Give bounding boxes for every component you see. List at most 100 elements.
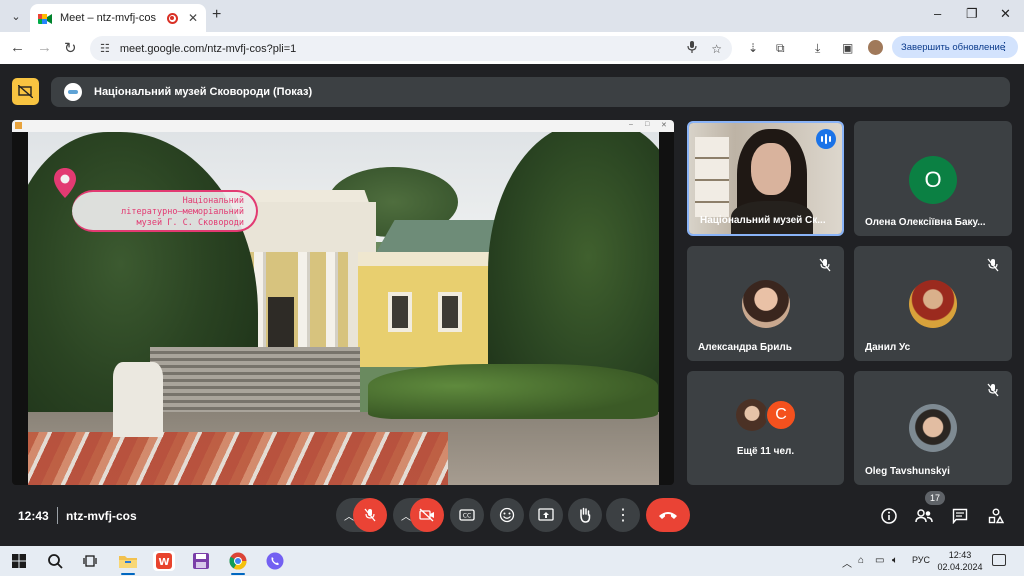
downloads-icon[interactable]: ⤓ <box>815 41 820 56</box>
participant-tile[interactable]: Національний музей Ск... <box>687 121 844 236</box>
update-button[interactable]: Завершить обновление ⋮ <box>892 36 1018 58</box>
raise-hand-button[interactable] <box>568 498 602 532</box>
forward-icon[interactable]: → <box>37 39 52 56</box>
mic-off-icon <box>819 258 831 272</box>
minimize-icon[interactable]: – <box>934 6 941 21</box>
participant-name: Александра Бриль <box>698 342 792 353</box>
network-icon[interactable]: ⌂ <box>858 555 864 566</box>
captions-button[interactable]: CC <box>450 498 484 532</box>
shared-app-icon <box>15 122 22 129</box>
camera-toggle-button[interactable] <box>410 498 444 532</box>
present-icon <box>538 508 554 521</box>
present-screen-button[interactable] <box>529 498 563 532</box>
meet-header: Національний музей Сковороди (Показ) <box>0 64 1024 118</box>
url-text[interactable]: meet.google.com/ntz-mvfj-cos?pli=1 <box>120 43 673 55</box>
activities-icon <box>988 508 1004 524</box>
museum-photo: Національний літературно–меморіальний му… <box>28 132 659 485</box>
avatar <box>742 280 790 328</box>
recording-icon <box>166 12 178 24</box>
site-info-icon[interactable]: ☷ <box>100 42 110 55</box>
avatar: С <box>765 399 797 431</box>
mic-off-icon <box>987 258 999 272</box>
meeting-code: ntz-mvfj-cos <box>66 509 137 523</box>
back-icon[interactable]: ← <box>10 39 25 56</box>
shared-screen: – □ ✕ Національний літературно–меморіаль… <box>12 120 674 485</box>
task-view-icon[interactable] <box>79 551 101 571</box>
emoji-icon <box>499 507 515 523</box>
participant-name: Oleg Tavshunskyi <box>865 466 950 477</box>
reactions-button[interactable] <box>490 498 524 532</box>
search-icon[interactable] <box>44 551 66 571</box>
input-language[interactable]: РУС <box>912 555 930 565</box>
participant-tile[interactable]: О Олена Олексіївна Баку... <box>854 121 1012 236</box>
system-clock[interactable]: 12:43 02.04.2024 <box>932 549 988 573</box>
file-explorer-icon[interactable] <box>117 551 139 575</box>
chat-icon <box>952 508 968 524</box>
browser-tab[interactable]: Meet – ntz-mvfj-cos ✕ <box>30 4 206 32</box>
camera-off-icon <box>419 508 434 522</box>
more-vert-icon: ⋮ <box>615 507 631 524</box>
participant-tile[interactable]: Александра Бриль <box>687 246 844 361</box>
close-window-icon[interactable]: ✕ <box>1000 6 1011 22</box>
svg-text:CC: CC <box>463 513 471 520</box>
participant-tile[interactable]: Данил Ус <box>854 246 1012 361</box>
wps-office-icon[interactable]: W <box>153 551 175 571</box>
tab-title: Meet – ntz-mvfj-cos <box>60 12 156 24</box>
activities-button[interactable] <box>987 507 1005 525</box>
location-pin-icon <box>54 168 76 198</box>
extension-pin-icon[interactable]: ⇣ <box>748 41 758 55</box>
shared-restore-icon: □ <box>645 121 650 128</box>
bookmark-star-icon[interactable]: ☆ <box>711 42 722 56</box>
reload-icon[interactable]: ↻ <box>64 39 77 57</box>
save-disk-icon[interactable] <box>190 551 212 571</box>
windows-taskbar: W ︿ ⌂ ▭ 🔈︎ РУС 12:43 02.04.2024 <box>0 546 1024 576</box>
museum-name-overlay: Національний літературно–меморіальний му… <box>72 190 258 232</box>
overlay-line: літературно–меморіальний <box>121 207 244 217</box>
browser-tab-bar: ⌄ Meet – ntz-mvfj-cos ✕ + – ❐ ✕ <box>0 0 1024 32</box>
presentation-title: Національний музей Сковороди (Показ) <box>94 86 313 98</box>
avatar <box>909 404 957 452</box>
participant-name: Національний музей Ск... <box>700 215 826 226</box>
hang-up-icon <box>659 512 677 519</box>
leave-call-button[interactable] <box>646 498 690 532</box>
more-menu-icon[interactable]: ⋮ <box>999 40 1010 53</box>
participant-name: Олена Олексіївна Баку... <box>865 217 986 228</box>
meeting-details-button[interactable] <box>880 507 898 525</box>
meeting-time: 12:43 <box>18 509 49 523</box>
viber-icon[interactable] <box>264 551 286 571</box>
avatar <box>736 399 768 431</box>
overlay-line: Національний <box>182 196 244 206</box>
side-panel-icon[interactable]: ▣ <box>842 41 853 55</box>
participant-count-badge: 17 <box>925 491 945 505</box>
avatar <box>909 280 957 328</box>
tab-search-chevron-icon[interactable]: ⌄ <box>6 6 26 26</box>
info-icon <box>881 508 897 524</box>
hand-icon <box>580 507 591 523</box>
tray-overflow-icon[interactable]: ︿ <box>842 555 852 570</box>
new-tab-icon[interactable]: + <box>212 6 221 24</box>
more-options-button[interactable]: ⋮ <box>606 498 640 532</box>
chat-button[interactable] <box>951 507 969 525</box>
speaking-indicator-icon <box>816 129 836 149</box>
update-button-label: Завершить обновление <box>901 41 1006 53</box>
others-tile[interactable]: С Ещё 11 чел. <box>687 371 844 485</box>
notifications-icon[interactable] <box>992 554 1006 566</box>
omnibox[interactable]: ☷ meet.google.com/ntz-mvfj-cos?pli=1 ☆ <box>90 36 732 61</box>
restore-icon[interactable]: ❐ <box>966 6 978 22</box>
people-button[interactable] <box>915 507 933 525</box>
chrome-icon[interactable] <box>227 551 249 575</box>
presentation-info-bar: Національний музей Сковороди (Показ) <box>51 77 1010 107</box>
meet-favicon-icon <box>38 12 52 24</box>
volume-icon[interactable]: 🔈︎ <box>892 555 898 566</box>
mic-toggle-button[interactable] <box>353 498 387 532</box>
mic-off-icon <box>364 508 376 522</box>
extensions-icon[interactable]: ⧉ <box>776 41 785 56</box>
microphone-icon[interactable] <box>687 41 697 56</box>
windows-start-icon[interactable] <box>8 551 30 571</box>
shared-minimize-icon: – <box>629 121 633 128</box>
battery-icon[interactable]: ▭ <box>875 555 884 566</box>
profile-avatar[interactable] <box>868 40 883 55</box>
presenting-icon[interactable] <box>12 78 39 105</box>
participant-tile[interactable]: Oleg Tavshunskyi <box>854 371 1012 485</box>
tab-close-icon[interactable]: ✕ <box>188 11 198 25</box>
